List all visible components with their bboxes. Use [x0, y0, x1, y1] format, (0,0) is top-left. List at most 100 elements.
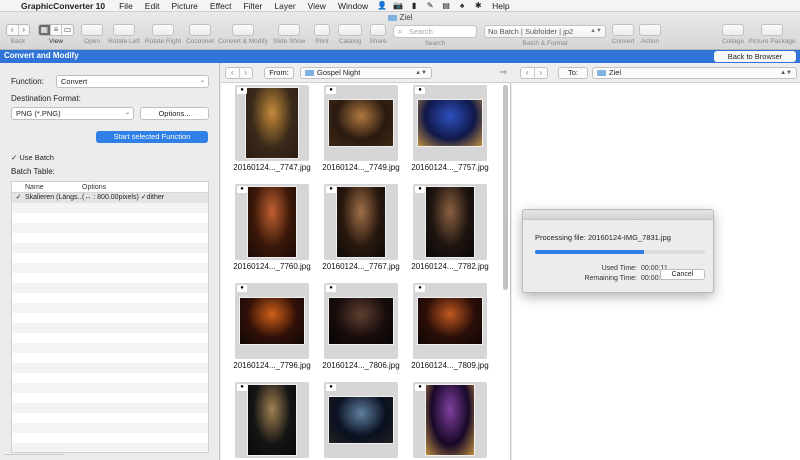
slide-show-button[interactable]: Slide Show	[272, 24, 306, 45]
checkmark-icon[interactable]: ✓	[12, 193, 25, 203]
app-menu[interactable]: GraphicConverter 10	[15, 1, 113, 11]
table-row-empty	[12, 233, 208, 243]
camera-icon[interactable]: 📷	[390, 1, 406, 10]
col-options[interactable]: Options	[82, 182, 106, 192]
thumbnail-photo	[425, 384, 475, 456]
menu-filter[interactable]: Filter	[238, 1, 269, 11]
use-batch-checkbox[interactable]: ✓ Use Batch	[11, 153, 54, 162]
table-row-empty	[12, 313, 208, 323]
arrow-right-icon[interactable]: ⇒	[499, 67, 507, 78]
back-to-browser-button[interactable]: Back to Browser	[714, 51, 796, 62]
menu-help[interactable]: Help	[486, 1, 515, 11]
back-button[interactable]: ‹ › Back	[6, 24, 30, 45]
share-button[interactable]: Share	[368, 24, 388, 45]
convert-button[interactable]: Convert	[610, 24, 636, 45]
batch-format-label: Batch & Format	[522, 40, 568, 47]
open-button[interactable]: Open	[81, 24, 103, 45]
search-label: Search	[424, 40, 446, 47]
thumbnail-photo	[417, 297, 483, 345]
gear-icon[interactable]: ✱	[470, 1, 486, 10]
thumbnail-item[interactable]: ● 20160124..._7749.jpg	[322, 85, 400, 177]
folder-icon	[305, 70, 314, 76]
options-button[interactable]: Options...	[140, 107, 209, 120]
convert-modify-button[interactable]: Convert & Modify	[218, 24, 268, 45]
batch-table[interactable]: Name Options ✓ Skalieren (Längs... (↔ : …	[11, 181, 209, 453]
collage-button[interactable]: Collage	[720, 24, 746, 45]
menu-file[interactable]: File	[113, 1, 139, 11]
catalog-button[interactable]: Catalog	[336, 24, 364, 45]
to-label: To:	[558, 67, 588, 79]
thumbnail-caption: 20160124..._7809.jpg	[411, 361, 489, 370]
thumbnail-item[interactable]: ● 20160124..._7796.jpg	[233, 283, 311, 375]
thumbnail-caption: 20160124..._7782.jpg	[411, 262, 489, 271]
puzzle-icon[interactable]: ♠	[454, 1, 470, 10]
user-icon[interactable]: 👤	[374, 1, 390, 10]
table-header: Name Options	[12, 182, 208, 193]
thumbnail-item[interactable]: ●	[235, 382, 309, 460]
dialog-titlebar[interactable]	[523, 210, 713, 220]
menu-effect[interactable]: Effect	[204, 1, 238, 11]
table-row-empty	[12, 383, 208, 393]
thumbnail-item[interactable]: ●	[324, 382, 398, 460]
thumbnail-item[interactable]: ● 20160124..._7767.jpg	[322, 184, 400, 276]
source-path-select[interactable]: Gospel Night ▲▼	[300, 67, 432, 79]
batch-select[interactable]: No Batch | Subfolder | jp2 ▲▼	[484, 25, 606, 38]
destination-path-select[interactable]: Ziel ▲▼	[592, 67, 797, 79]
rotate-left-button[interactable]: Rotate Left	[107, 24, 141, 45]
col-name[interactable]: Name	[25, 182, 82, 192]
destination-format-label: Destination Format:	[11, 94, 81, 103]
chevron-down-icon: ⌄	[124, 110, 130, 116]
camera-icon: ●	[326, 87, 336, 94]
menu-view[interactable]: View	[302, 1, 332, 11]
batch-table-label: Batch Table:	[11, 167, 55, 176]
thumbnail-item[interactable]: ● 20160124..._7782.jpg	[411, 184, 489, 276]
cancel-button[interactable]: Cancel	[660, 269, 705, 280]
thumbnail-item[interactable]: ● 20160124..._7747.jpg	[233, 85, 311, 177]
menu-window[interactable]: Window	[332, 1, 374, 11]
scrollbar[interactable]	[503, 85, 508, 290]
source-back-forward[interactable]: ‹ ›	[225, 67, 253, 79]
remaining-time-label: Remaining Time:	[584, 275, 637, 282]
thumbnail-item[interactable]: ● 20160124..._7760.jpg	[233, 184, 311, 276]
thumbnail-photo	[417, 99, 483, 147]
print-button[interactable]: Print	[312, 24, 332, 45]
clipboard-icon[interactable]: ▮	[406, 1, 422, 10]
processing-text: Processing file: 20160124-IMG_7831.jpg	[535, 233, 671, 242]
destination-format-select[interactable]: PNG (*.PNG) ⌄	[11, 107, 134, 120]
pencil-icon[interactable]: ✎	[422, 1, 438, 10]
menu-bar: GraphicConverter 10 File Edit Picture Ef…	[0, 0, 800, 12]
camera-icon: ●	[326, 285, 336, 292]
table-tools[interactable]	[4, 454, 64, 460]
search-input[interactable]: ⌕ Search	[393, 25, 477, 38]
table-row-empty	[12, 283, 208, 293]
rotate-right-button[interactable]: Rotate Right	[144, 24, 182, 45]
table-row-empty	[12, 223, 208, 233]
table-row[interactable]: ✓ Skalieren (Längs... (↔ : 800.00pixels)…	[12, 193, 208, 203]
thumbnail-item[interactable]: ● 20160124..._7757.jpg	[411, 85, 489, 177]
thumbnail-item[interactable]: ● 20160124..._7806.jpg	[322, 283, 400, 375]
menu-edit[interactable]: Edit	[139, 1, 166, 11]
thumbnail-item[interactable]: ●	[413, 382, 487, 460]
table-row-empty	[12, 213, 208, 223]
thumbnail-photo	[328, 99, 394, 147]
thumbnail-caption: 20160124..._7806.jpg	[322, 361, 400, 370]
thumbnail-item[interactable]: ● 20160124..._7809.jpg	[411, 283, 489, 375]
menu-picture[interactable]: Picture	[165, 1, 203, 11]
function-select[interactable]: Convert ⌄	[56, 75, 209, 88]
view-control[interactable]: ▦ ≡ ▭ View	[38, 24, 74, 45]
thumbnail-caption: 20160124..._7796.jpg	[233, 361, 311, 370]
table-row-empty	[12, 253, 208, 263]
picture-package-button[interactable]: Picture Package	[748, 24, 796, 45]
cocoonet-button[interactable]: Cocoonet	[185, 24, 215, 45]
menu-layer[interactable]: Layer	[268, 1, 301, 11]
table-row-empty	[12, 203, 208, 213]
table-row-empty	[12, 443, 208, 452]
camera-icon: ●	[415, 285, 425, 292]
table-row-empty	[12, 263, 208, 273]
camera-icon: ●	[415, 87, 425, 94]
layers-icon[interactable]: ▤	[438, 1, 454, 10]
camera-icon: ●	[415, 384, 425, 391]
start-function-button[interactable]: Start selected Function	[96, 131, 208, 143]
action-button[interactable]: Action	[638, 24, 662, 45]
destination-back-forward[interactable]: ‹ ›	[520, 67, 548, 79]
